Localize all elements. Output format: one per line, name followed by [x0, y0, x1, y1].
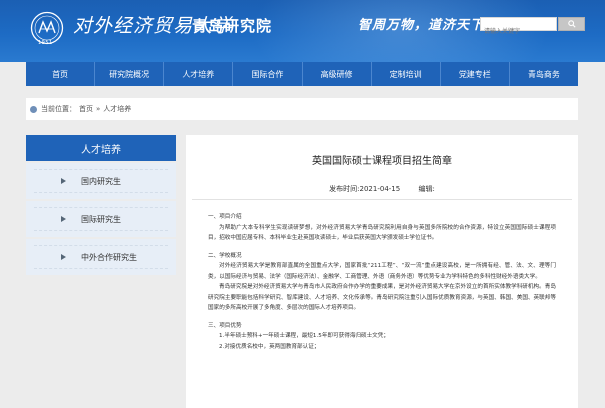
nav-item-advanced-study[interactable]: 高级研修: [303, 62, 372, 86]
article-title: 英国国际硕士课程项目招生简章: [312, 156, 452, 167]
nav-item-custom-training[interactable]: 定制培训: [372, 62, 441, 86]
slogan: 智周万物，道济天下: [358, 18, 485, 33]
sidebar: 人才培养 国内研究生 国际研究生 中外合作研究生: [26, 135, 176, 408]
sidebar-item-joint-graduate[interactable]: 中外合作研究生: [26, 239, 176, 275]
section-heading: 一、项目介绍: [208, 214, 242, 220]
article-body: 一、项目介绍 为帮助广大本专科学生实现读研梦想，对外经济贸易大学青岛研究院利用自…: [186, 200, 578, 352]
section-heading: 二、学校概况: [208, 252, 242, 259]
breadcrumb: 当前位置： 首页 » 人才培养: [26, 98, 578, 120]
nav-item-home[interactable]: 首页: [26, 62, 96, 86]
list-item: 1.半年硕士预科+一年硕士课程，最短1.5年即可获得海归硕士文凭；: [219, 333, 389, 339]
breadcrumb-separator: »: [96, 105, 101, 113]
article-meta: 发布时间:2021-04-15 编辑:: [186, 184, 578, 194]
arrow-right-icon: [61, 178, 66, 184]
search-input[interactable]: [481, 25, 556, 38]
nav-item-international[interactable]: 国际合作: [233, 62, 303, 86]
institute-name[interactable]: 青岛研究院: [192, 15, 272, 36]
search-icon: [567, 20, 576, 28]
breadcrumb-current[interactable]: 人才培养: [103, 104, 131, 114]
search-button[interactable]: [558, 17, 585, 31]
main-nav: 首页 研究院概况 人才培养 国际合作 高级研修 定制培训 党建专栏 青岛商务: [26, 62, 578, 86]
article: 英国国际硕士课程项目招生简章 发布时间:2021-04-15 编辑: 一、项目介…: [186, 135, 578, 408]
paragraph: 为帮助广大本专科学生实现读研梦想，对外经济贸易大学青岛研究院利用自身与英国多所院…: [208, 224, 556, 242]
arrow-right-icon: [61, 216, 66, 222]
logo-year: 1951: [38, 40, 53, 46]
paragraph: 对外经济贸易大学是教育部直属的全国重点大学，国家首批“211工程”、“双一流”重…: [208, 263, 556, 280]
item-divider: [34, 169, 168, 193]
list-item: 2.对接优质名校中，英两国教育部认证；: [219, 343, 320, 350]
section-heading: 三、项目优势: [208, 322, 242, 329]
breadcrumb-home[interactable]: 首页: [79, 104, 93, 114]
site-header: 1951 对外经济贸易大学 青岛研究院 智周万物，道济天下: [0, 0, 605, 62]
section-intro: 一、项目介绍 为帮助广大本专科学生实现读研梦想，对外经济贸易大学青岛研究院利用自…: [208, 212, 556, 244]
breadcrumb-label: 当前位置：: [41, 105, 76, 113]
item-divider: [34, 207, 168, 231]
arrow-right-icon: [61, 254, 66, 260]
editor-label: 编辑:: [418, 185, 435, 193]
sidebar-item-domestic-graduate[interactable]: 国内研究生: [26, 163, 176, 199]
nav-item-talent[interactable]: 人才培养: [164, 62, 234, 86]
location-icon: [30, 105, 37, 113]
nav-item-overview[interactable]: 研究院概况: [95, 62, 165, 86]
section-school: 二、学校概况 对外经济贸易大学是教育部直属的全国重点大学，国家首批“211工程”…: [208, 251, 556, 314]
sidebar-item-international-graduate[interactable]: 国际研究生: [26, 201, 176, 237]
item-divider: [34, 245, 168, 269]
paragraph: 青岛研究院是对外经济贸易大学与青岛市人民政府合作办学的重要成果，是对外经济贸易大…: [208, 284, 556, 311]
publish-date: 发布时间:2021-04-15: [329, 185, 401, 193]
sidebar-title: 人才培养: [26, 135, 176, 161]
search-box: [480, 17, 557, 38]
nav-item-party[interactable]: 党建专栏: [441, 62, 510, 86]
section-advantages: 三、项目优势 1.半年硕士预科+一年硕士课程，最短1.5年即可获得海归硕士文凭；…: [208, 321, 556, 353]
nav-item-qingdao-business[interactable]: 青岛商务: [510, 62, 578, 86]
